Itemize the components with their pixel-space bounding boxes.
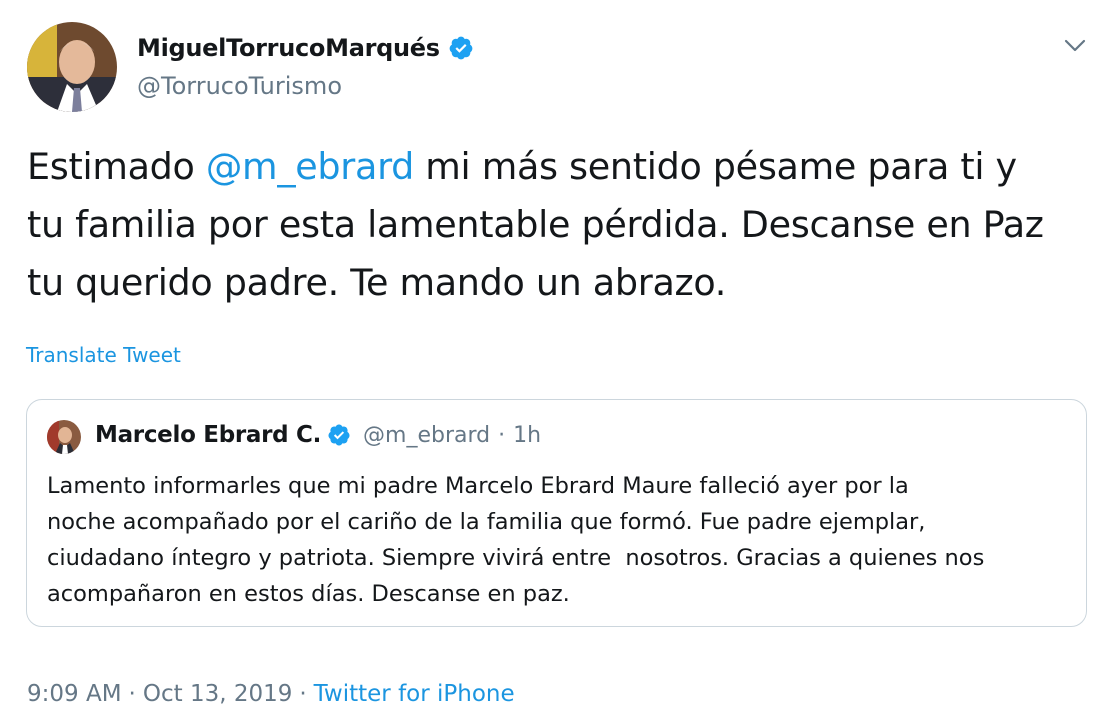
verified-badge-icon (448, 35, 474, 61)
translate-tweet-link[interactable]: Translate Tweet (26, 343, 181, 367)
verified-badge-icon (327, 423, 351, 447)
tweet-time[interactable]: 9:09 AM (27, 681, 122, 707)
quoted-timestamp[interactable]: 1h (513, 423, 541, 448)
tweet-meta: 9:09 AM · Oct 13, 2019 · Twitter for iPhone (27, 681, 515, 707)
quoted-text-line: Lamento informarles que mi padre Marcelo… (47, 473, 909, 499)
quoted-author-avatar-image (47, 420, 81, 454)
tweet-text-line: tu familia por esta lamentable pérdida. … (27, 203, 1044, 246)
quoted-text-line: ciudadano íntegro y patriota. Siempre vi… (47, 545, 985, 571)
quoted-author-avatar[interactable] (47, 420, 81, 454)
tweet-text: Estimado @m_ebrard mi más sentido pésame… (27, 138, 1097, 312)
tweet-mention-link[interactable]: @m_ebrard (206, 145, 414, 188)
tweet-text-part: mi más sentido pésame para ti y (414, 145, 1017, 188)
tweet-source-link[interactable]: Twitter for iPhone (314, 681, 515, 707)
author-avatar[interactable] (27, 22, 117, 112)
author-avatar-image (27, 22, 117, 112)
chevron-down-icon[interactable] (1062, 34, 1088, 58)
tweet-text-part: Estimado (27, 145, 206, 188)
author-name-row: MiguelTorrucoMarqués (137, 34, 474, 62)
tweet-text-line: tu querido padre. Te mando un abrazo. (27, 261, 727, 304)
meta-separator: · (128, 681, 136, 707)
tweet-date[interactable]: Oct 13, 2019 (143, 681, 293, 707)
author-display-name[interactable]: MiguelTorrucoMarqués (137, 34, 440, 62)
author-handle[interactable]: @TorrucoTurismo (137, 72, 342, 100)
quoted-text-line: acompañaron en estos días. Descanse en p… (47, 581, 570, 607)
quoted-separator: · (498, 422, 506, 448)
meta-separator: · (299, 681, 307, 707)
quoted-tweet-text: Lamento informarles que mi padre Marcelo… (47, 468, 1077, 612)
quoted-header: Marcelo Ebrard C. @m_ebrard · 1h (95, 422, 541, 448)
quoted-text-line: noche acompañado por el cariño de la fam… (47, 509, 926, 535)
tweet-card: MiguelTorrucoMarqués @TorrucoTurismo Est… (0, 0, 1119, 721)
quoted-tweet[interactable]: Marcelo Ebrard C. @m_ebrard · 1h Lamento… (26, 399, 1087, 627)
quoted-display-name[interactable]: Marcelo Ebrard C. (95, 422, 321, 448)
quoted-handle[interactable]: @m_ebrard (363, 423, 490, 448)
